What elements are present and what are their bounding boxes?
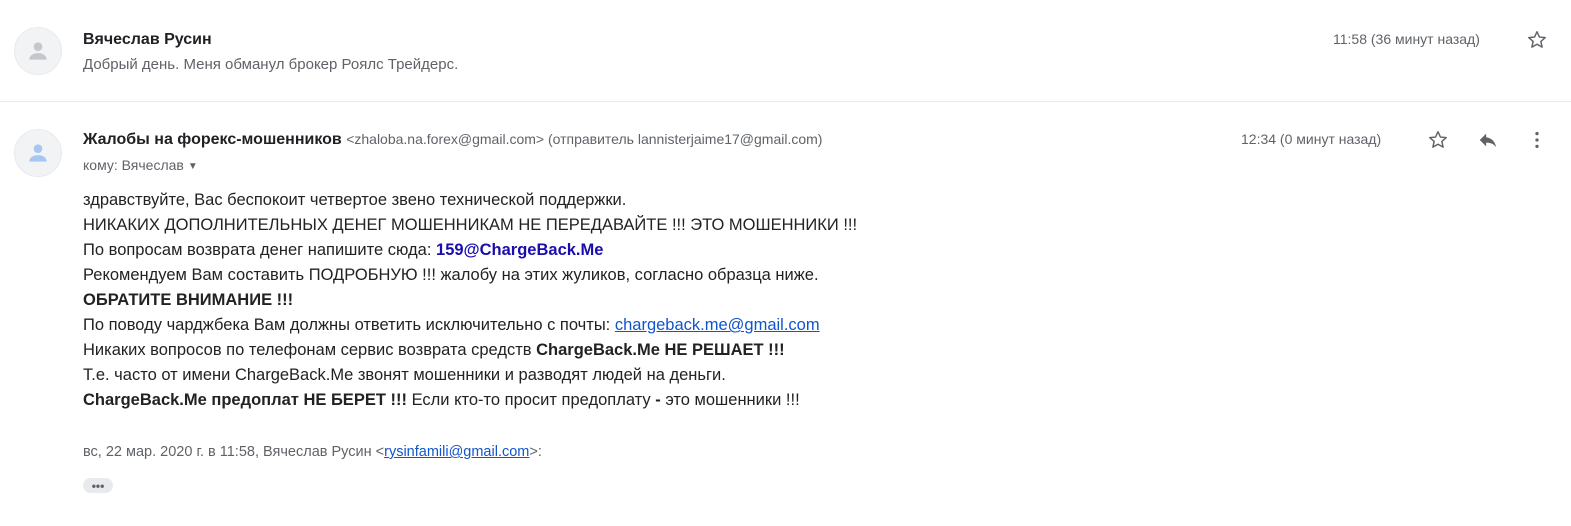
body-line: Никаких вопросов по телефонам сервис воз…	[83, 338, 857, 363]
message-time: 12:34 (0 минут назад)	[1241, 131, 1382, 147]
recipient-label: кому: Вячеслав	[83, 157, 184, 173]
body-line: Т.е. часто от имени ChargeBack.Me звонят…	[83, 366, 726, 384]
sender-name[interactable]: Вячеслав Русин	[83, 31, 212, 49]
chevron-down-icon[interactable]: ▼	[188, 161, 198, 172]
body-line: здравствуйте, Вас беспокоит четвертое зв…	[83, 191, 627, 209]
person-icon	[29, 144, 47, 162]
body-line: ChargeBack.Me предоплат НЕ БЕРЕТ !!! Есл…	[83, 388, 857, 413]
sender-line: Жалобы на форекс-мошенников <zhaloba.na.…	[83, 131, 822, 149]
message-snippet[interactable]: Добрый день. Меня обманул брокер Роялс Т…	[83, 56, 458, 73]
message-body: здравствуйте, Вас беспокоит четвертое зв…	[83, 188, 857, 413]
body-text: Если кто-то просит предоплату	[406, 391, 656, 409]
star-button[interactable]	[1523, 26, 1551, 54]
sender-avatar[interactable]	[14, 129, 62, 177]
attention-heading: ОБРАТИТЕ ВНИМАНИЕ !!!	[83, 291, 294, 309]
body-line: По поводу чарджбека Вам должны ответить …	[83, 313, 857, 338]
ellipsis-icon: •••	[91, 478, 105, 493]
more-options-button[interactable]	[1523, 126, 1551, 154]
show-trimmed-content-button[interactable]: •••	[83, 478, 113, 493]
sender-avatar[interactable]	[14, 27, 62, 75]
more-vert-icon	[1535, 131, 1539, 149]
body-text: По поводу чарджбека Вам должны ответить …	[83, 316, 615, 334]
sender-name[interactable]: Жалобы на форекс-мошенников	[83, 131, 342, 148]
contact-email-link[interactable]: 159@ChargeBack.Me	[436, 241, 603, 259]
message-divider	[0, 101, 1571, 102]
quote-attribution: вс, 22 мар. 2020 г. в 11:58, Вячеслав Ру…	[83, 444, 542, 460]
reply-icon	[1479, 133, 1497, 148]
body-line: ОБРАТИТЕ ВНИМАНИЕ !!!	[83, 288, 857, 313]
chargeback-email-link[interactable]: chargeback.me@gmail.com	[615, 316, 820, 334]
body-text: это мошенники !!!	[660, 391, 800, 409]
body-bold: ChargeBack.Me НЕ РЕШАЕТ !!!	[536, 341, 785, 359]
body-line: НИКАКИХ ДОПОЛНИТЕЛЬНЫХ ДЕНЕГ МОШЕННИКАМ …	[83, 216, 858, 234]
recipient-line[interactable]: кому: Вячеслав ▼	[83, 157, 198, 173]
body-text: По вопросам возврата денег напишите сюда…	[83, 241, 437, 259]
message-time: 11:58 (36 минут назад)	[1333, 31, 1480, 47]
reply-button[interactable]	[1474, 126, 1502, 154]
quote-prefix: вс, 22 мар. 2020 г. в 11:58, Вячеслав Ру…	[83, 444, 385, 460]
sender-address: <zhaloba.na.forex@gmail.com> (отправител…	[346, 131, 823, 147]
star-icon	[1429, 131, 1447, 148]
star-icon	[1528, 31, 1546, 48]
body-line: По вопросам возврата денег напишите сюда…	[83, 238, 857, 263]
quote-email-link[interactable]: rysinfamili@gmail.com	[384, 444, 529, 460]
body-bold: ChargeBack.Me предоплат НЕ БЕРЕТ !!!	[83, 391, 407, 409]
body-line: Рекомендуем Вам составить ПОДРОБНУЮ !!! …	[83, 266, 819, 284]
body-text: Никаких вопросов по телефонам сервис воз…	[83, 341, 537, 359]
person-icon	[29, 42, 47, 60]
quote-suffix: >:	[529, 444, 542, 460]
star-button[interactable]	[1424, 126, 1452, 154]
